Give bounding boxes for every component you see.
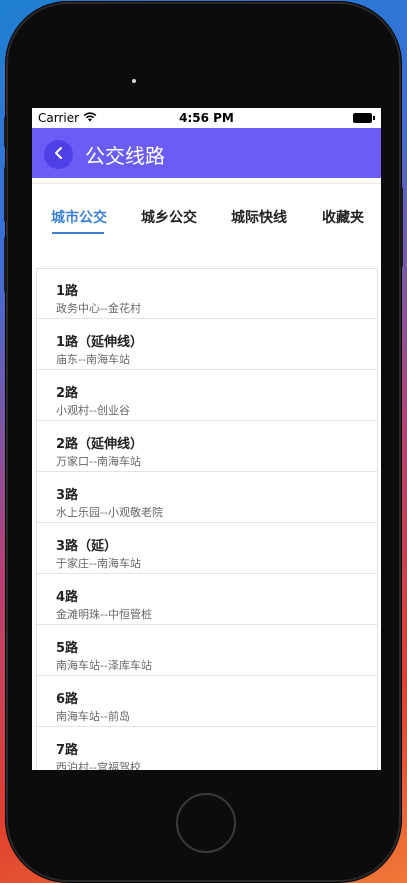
mute-switch <box>4 117 7 147</box>
route-stops: 西泊村--宫福驾校 <box>56 761 141 770</box>
tab-intercity-express[interactable]: 城际快线 <box>231 207 287 227</box>
route-name: 1路（延伸线） <box>56 335 144 350</box>
tab-city-bus[interactable]: 城市公交 <box>51 207 107 227</box>
page-title: 公交线路 <box>85 144 165 168</box>
front-camera <box>132 79 136 83</box>
home-button[interactable] <box>176 793 236 853</box>
back-button[interactable] <box>44 140 73 169</box>
nav-bar: 公交线路 <box>32 128 381 178</box>
tab-favorites[interactable]: 收藏夹 <box>322 207 364 227</box>
route-name: 6路 <box>56 692 79 707</box>
route-stops: 于家庄--南海车站 <box>56 557 141 570</box>
power-button <box>400 187 403 267</box>
route-stops: 南海车站--前岛 <box>56 710 130 723</box>
app-screen: Carrier 4:56 PM 公交线路 城市公交 城乡公交 城际快线 收藏夹 … <box>32 108 381 770</box>
route-row[interactable]: 2路（延伸线） 万家口--南海车站 <box>37 422 377 472</box>
status-bar: Carrier 4:56 PM <box>32 108 381 128</box>
route-name: 7路 <box>56 743 79 758</box>
active-tab-indicator <box>52 232 104 234</box>
route-stops: 金滩明珠--中恒管桩 <box>56 608 152 621</box>
volume-down-button <box>4 237 7 292</box>
route-stops: 水上乐园--小观敬老院 <box>56 506 163 519</box>
route-row[interactable]: 5路 南海车站--泽库车站 <box>37 626 377 676</box>
route-name: 2路（延伸线） <box>56 437 144 452</box>
route-name: 5路 <box>56 641 79 656</box>
status-time: 4:56 PM <box>179 111 234 125</box>
route-name: 3路 <box>56 488 79 503</box>
route-row[interactable]: 3路（延） 于家庄--南海车站 <box>37 524 377 574</box>
route-name: 2路 <box>56 386 79 401</box>
route-stops: 万家口--南海车站 <box>56 455 141 468</box>
chevron-left-icon <box>53 145 65 164</box>
volume-up-button <box>4 167 7 222</box>
route-stops: 小观村--创业谷 <box>56 404 130 417</box>
route-row[interactable]: 1路 政务中心--金花村 <box>37 269 377 319</box>
route-row[interactable]: 1路（延伸线） 庙东--南海车站 <box>37 320 377 370</box>
route-stops: 南海车站--泽库车站 <box>56 659 152 672</box>
battery-icon <box>353 113 375 123</box>
tab-rural-bus[interactable]: 城乡公交 <box>141 207 197 227</box>
route-row[interactable]: 7路 西泊村--宫福驾校 <box>37 728 377 770</box>
route-row[interactable]: 2路 小观村--创业谷 <box>37 371 377 421</box>
route-row[interactable]: 3路 水上乐园--小观敬老院 <box>37 473 377 523</box>
route-name: 3路（延） <box>56 539 118 554</box>
tab-bar: 城市公交 城乡公交 城际快线 收藏夹 <box>32 183 381 240</box>
route-stops: 庙东--南海车站 <box>56 353 130 366</box>
route-name: 4路 <box>56 590 79 605</box>
route-row[interactable]: 6路 南海车站--前岛 <box>37 677 377 727</box>
route-name: 1路 <box>56 284 79 299</box>
route-row[interactable]: 4路 金滩明珠--中恒管桩 <box>37 575 377 625</box>
route-list[interactable]: 1路 政务中心--金花村 1路（延伸线） 庙东--南海车站 2路 小观村--创业… <box>36 268 378 770</box>
route-stops: 政务中心--金花村 <box>56 302 141 315</box>
